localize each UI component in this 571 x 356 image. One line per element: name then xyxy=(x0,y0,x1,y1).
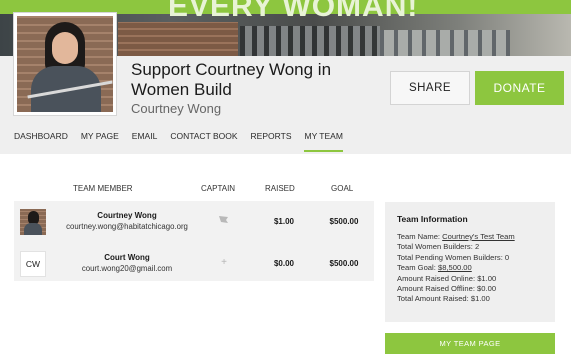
banner-slogan: EVERY WOMAN! xyxy=(168,0,419,23)
pending-builders: Total Pending Women Builders: 0 xyxy=(397,252,510,262)
banner-fence xyxy=(240,26,380,56)
col-header-team-member: TEAM MEMBER xyxy=(73,184,133,193)
nav-email[interactable]: EMAIL xyxy=(132,130,158,152)
banner-railing xyxy=(380,30,510,56)
plus-icon[interactable]: + xyxy=(217,257,231,268)
team-name-line: Team Name: Courtney's Test Team xyxy=(397,232,555,242)
raised-total: Total Amount Raised: $1.00 xyxy=(397,294,490,304)
team-info-title: Team Information xyxy=(397,214,468,224)
participant-nav: DASHBOARD MY PAGE EMAIL CONTACT BOOK REP… xyxy=(14,130,356,152)
team-name-link[interactable]: Courtney's Test Team xyxy=(442,232,515,241)
raised-offline: Amount Raised Offline: $0.00 xyxy=(397,284,497,294)
profile-photo xyxy=(14,13,116,115)
team-goal-label: Team Goal: xyxy=(397,263,436,273)
owner-name: Courtney Wong xyxy=(131,101,222,116)
member-raised: $0.00 xyxy=(273,259,295,268)
raised-online: Amount Raised Online: $1.00 xyxy=(397,273,497,283)
member-name: Court Wong xyxy=(104,253,150,262)
col-header-raised: RAISED xyxy=(265,184,295,193)
member-goal: $500.00 xyxy=(329,217,359,226)
member-avatar xyxy=(20,209,46,235)
donate-button[interactable]: DONATE xyxy=(475,71,564,105)
col-header-captain: CAPTAIN xyxy=(201,184,236,193)
team-members-table: Courtney Wong courtney.wong@habitatchica… xyxy=(14,201,374,281)
nav-reports[interactable]: REPORTS xyxy=(251,130,292,152)
banner-brick-wall xyxy=(118,22,238,56)
nav-my-team[interactable]: MY TEAM xyxy=(304,130,343,152)
nav-my-page[interactable]: MY PAGE xyxy=(81,130,119,152)
team-goal-link[interactable]: $8,500.00 xyxy=(438,263,472,272)
nav-contact-book[interactable]: CONTACT BOOK xyxy=(170,130,237,152)
member-email: courtney.wong@habitatchicago.org xyxy=(66,222,188,231)
team-name-label: Team Name: xyxy=(397,232,441,241)
table-row: CW Court Wong court.wong20@gmail.com + $… xyxy=(14,245,374,283)
total-builders: Total Women Builders: 2 xyxy=(397,242,480,252)
member-initials-avatar: CW xyxy=(20,251,46,277)
table-row: Courtney Wong courtney.wong@habitatchica… xyxy=(14,203,374,241)
share-button[interactable]: SHARE xyxy=(390,71,470,105)
flag-icon[interactable] xyxy=(217,215,231,228)
team-goal-line: Team Goal: $8,500.00 xyxy=(397,263,555,273)
page-title: Support Courtney Wong in Women Build xyxy=(131,60,332,99)
col-header-goal: GOAL xyxy=(331,184,354,193)
member-email: court.wong20@gmail.com xyxy=(81,264,173,273)
member-raised: $1.00 xyxy=(273,217,295,226)
team-information-panel: Team Information Team Name: Courtney's T… xyxy=(385,202,555,322)
member-goal: $500.00 xyxy=(329,259,359,268)
nav-dashboard[interactable]: DASHBOARD xyxy=(14,130,68,152)
member-name: Courtney Wong xyxy=(97,211,157,220)
my-team-page-button[interactable]: MY TEAM PAGE xyxy=(385,333,555,354)
